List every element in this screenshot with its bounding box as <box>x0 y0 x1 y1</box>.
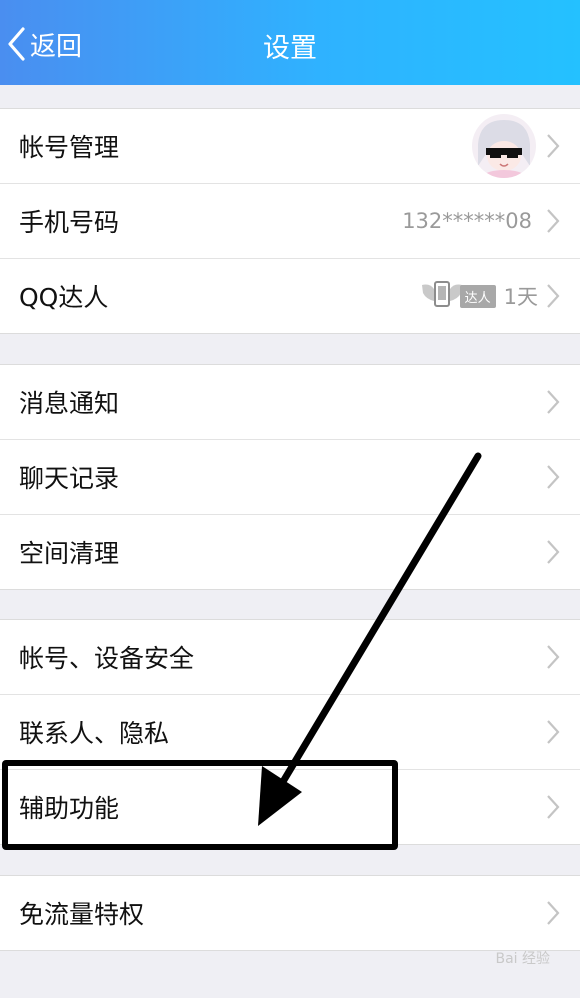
chevron-right-icon <box>546 719 560 745</box>
settings-group-data: 免流量特权 <box>0 875 580 951</box>
row-qq-daren[interactable]: QQ达人 达人 1天 <box>0 259 580 333</box>
settings-group-messages: 消息通知 聊天记录 空间清理 <box>0 364 580 590</box>
daren-badge-text: 达人 <box>459 284 496 308</box>
chevron-right-icon <box>546 389 560 415</box>
row-storage-cleanup[interactable]: 空间清理 <box>0 515 580 589</box>
settings-group-account: 帐号管理 手机号码 132******08 QQ达人 达人 1天 <box>0 108 580 334</box>
row-label: 空间清理 <box>19 539 120 568</box>
row-account-management[interactable]: 帐号管理 <box>0 109 580 184</box>
phone-number-value: 132******08 <box>402 209 532 233</box>
row-notifications[interactable]: 消息通知 <box>0 365 580 440</box>
chevron-right-icon <box>546 644 560 670</box>
chevron-right-icon <box>546 900 560 926</box>
row-label: 聊天记录 <box>19 464 120 493</box>
row-free-data-privilege[interactable]: 免流量特权 <box>0 876 580 950</box>
row-label: 帐号管理 <box>19 133 120 162</box>
row-contacts-privacy[interactable]: 联系人、隐私 <box>0 695 580 770</box>
daren-days: 1天 <box>503 285 538 309</box>
highlight-box <box>2 760 398 850</box>
row-label: 手机号码 <box>19 208 120 237</box>
daren-wings-icon <box>420 279 464 313</box>
row-label: 联系人、隐私 <box>19 719 170 748</box>
chevron-right-icon <box>546 283 560 309</box>
row-account-security[interactable]: 帐号、设备安全 <box>0 620 580 695</box>
chevron-right-icon <box>546 464 560 490</box>
row-label: 消息通知 <box>19 389 120 418</box>
chevron-right-icon <box>546 794 560 820</box>
watermark: Bai 经验 <box>495 951 550 967</box>
daren-info: 达人 1天 <box>420 279 538 313</box>
avatar <box>472 114 536 178</box>
row-phone-number[interactable]: 手机号码 132******08 <box>0 184 580 259</box>
page-title: 设置 <box>263 33 317 64</box>
row-label: 免流量特权 <box>19 900 145 929</box>
daren-badge: 达人 <box>420 279 496 313</box>
row-label: QQ达人 <box>19 283 109 312</box>
row-chat-history[interactable]: 聊天记录 <box>0 440 580 515</box>
chevron-right-icon <box>546 133 560 159</box>
row-label: 帐号、设备安全 <box>19 644 195 673</box>
chevron-right-icon <box>546 208 560 234</box>
chevron-right-icon <box>546 539 560 565</box>
top-bar: 返回 设置 <box>0 0 580 85</box>
